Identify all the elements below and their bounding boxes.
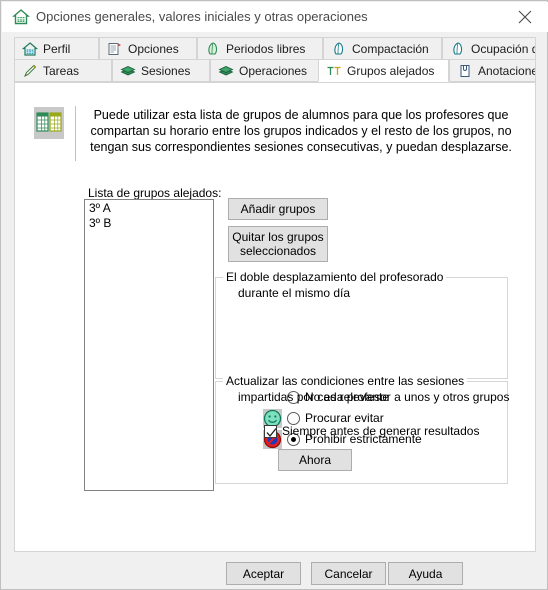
tab-ocupacion-diaria[interactable]: Ocupación diaria [442,37,536,60]
window-title: Opciones generales, valores iniciales y … [36,9,368,24]
tab-periodos-libres[interactable]: Periodos libres [197,37,323,60]
tab-grupos-alejados[interactable]: Grupos alejados [318,59,449,82]
house-icon [12,8,30,26]
clipboard-icon [107,41,123,57]
checkbox-indicator [264,424,277,438]
info-text: Puede utilizar esta lista de grupos de a… [90,108,512,154]
tab-compactacion[interactable]: Compactación [323,37,442,60]
double-t-icon [326,63,342,79]
tab-label: Grupos alejados [347,63,435,78]
leaf-icon [331,41,347,57]
info-divider [75,106,76,161]
double-movement-groupbox: El doble desplazamiento del profesorado … [215,270,508,379]
checkbox-label: Siempre antes de generar resultados [282,424,480,438]
help-button[interactable]: Ayuda [388,562,463,585]
now-button[interactable]: Ahora [278,449,352,471]
list-item[interactable]: 3º A [85,200,213,215]
leaf-icon [450,41,466,57]
leaf-icon [205,41,221,57]
list-label: Lista de grupos alejados: [88,186,222,200]
tab-label: Periodos libres [226,41,306,56]
groupbox-subtitle: impartidas por cada profesor a unos y ot… [238,390,510,404]
tab-label: Tareas [43,63,80,78]
tab-opciones[interactable]: Opciones [99,37,197,60]
tab-label: Perfil [43,41,71,56]
tab-label: Ocupación diaria [471,41,535,56]
clip-note-icon [457,63,473,79]
always-before-generating-checkbox[interactable]: Siempre antes de generar resultados [264,424,479,438]
tab-label: Anotaciones [478,63,535,78]
tab-label: Operaciones [239,63,308,78]
groupbox-subtitle: durante el mismo día [238,286,351,300]
groupbox-title: Actualizar las condiciones entre las ses… [223,374,468,388]
tab-label: Opciones [128,41,179,56]
books-icon [120,63,136,79]
tab-strip: Perfil Opciones Periodos libres Compacta… [14,37,536,83]
tab-label: Sesiones [141,63,191,78]
title-bar: Opciones generales, valores iniciales y … [2,2,548,32]
dialog-window: Opciones generales, valores iniciales y … [0,0,548,590]
tab-anotaciones[interactable]: Anotaciones [449,59,536,82]
remove-selected-groups-button[interactable]: Quitar los grupos seleccionados [228,226,328,262]
groupbox-title: El doble desplazamiento del profesorado [223,270,447,284]
tab-label: Compactación [352,41,429,56]
tab-tareas[interactable]: Tareas [14,59,112,82]
tab-sesiones[interactable]: Sesiones [112,59,210,82]
tab-panel-grupos-alejados: Puede utilizar esta lista de grupos de a… [14,82,536,552]
close-icon[interactable] [502,2,548,32]
house-icon [21,41,39,57]
add-groups-button[interactable]: Añadir grupos [228,198,328,220]
tab-perfil[interactable]: Perfil [14,37,99,60]
spreadsheet-icon [34,107,64,139]
pencil-icon [22,63,38,79]
accept-button[interactable]: Aceptar [226,562,301,585]
grupos-alejados-listbox[interactable]: 3º A 3º B [84,199,214,491]
books-icon [218,63,234,79]
cancel-button[interactable]: Cancelar [311,562,386,585]
list-item[interactable]: 3º B [85,215,213,230]
tab-operaciones[interactable]: Operaciones [210,59,327,82]
